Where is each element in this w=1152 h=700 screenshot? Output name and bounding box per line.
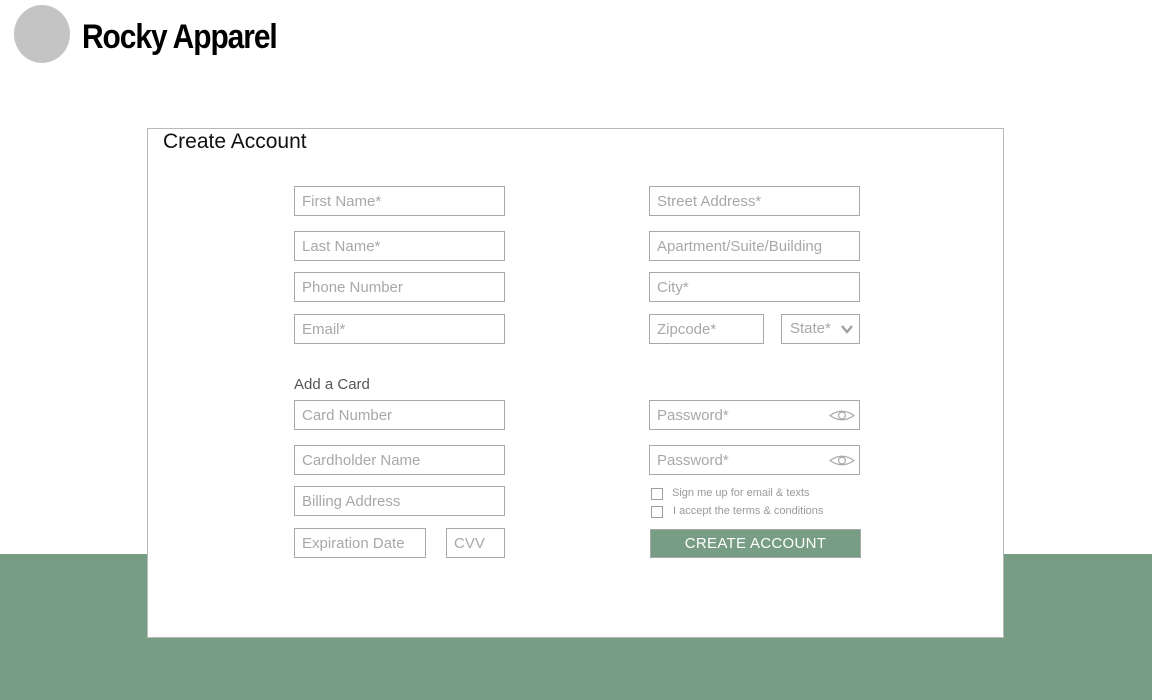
- city-input[interactable]: [650, 273, 859, 301]
- logo: [14, 5, 70, 63]
- eye-icon[interactable]: [829, 454, 855, 467]
- zipcode-field[interactable]: [649, 314, 764, 344]
- street-address-field[interactable]: [649, 186, 860, 216]
- signup-checkbox[interactable]: [651, 488, 663, 500]
- billing-address-input[interactable]: [295, 487, 504, 515]
- cvv-field[interactable]: [446, 528, 505, 558]
- phone-input[interactable]: [295, 273, 504, 301]
- create-account-card: Create Account Add a Card State*: [147, 128, 1004, 638]
- apartment-input[interactable]: [650, 232, 859, 260]
- expiration-date-field[interactable]: [294, 528, 426, 558]
- confirm-password-field[interactable]: [649, 445, 860, 475]
- confirm-password-input[interactable]: [650, 446, 859, 474]
- street-address-input[interactable]: [650, 187, 859, 215]
- card-number-input[interactable]: [295, 401, 504, 429]
- last-name-field[interactable]: [294, 231, 505, 261]
- brand-name: Rocky Apparel: [82, 18, 278, 56]
- terms-checkbox-label: I accept the terms & conditions: [673, 505, 824, 517]
- card-number-field[interactable]: [294, 400, 505, 430]
- terms-checkbox[interactable]: [651, 506, 663, 518]
- eye-icon[interactable]: [829, 409, 855, 422]
- password-field[interactable]: [649, 400, 860, 430]
- cvv-input[interactable]: [447, 529, 504, 557]
- email-input[interactable]: [295, 315, 504, 343]
- first-name-input[interactable]: [295, 187, 504, 215]
- create-account-button[interactable]: CREATE ACCOUNT: [650, 529, 861, 558]
- email-field[interactable]: [294, 314, 505, 344]
- state-select[interactable]: State*: [781, 314, 860, 344]
- first-name-field[interactable]: [294, 186, 505, 216]
- expiration-date-input[interactable]: [295, 529, 425, 557]
- city-field[interactable]: [649, 272, 860, 302]
- last-name-input[interactable]: [295, 232, 504, 260]
- apartment-field[interactable]: [649, 231, 860, 261]
- phone-field[interactable]: [294, 272, 505, 302]
- signup-checkbox-label: Sign me up for email & texts: [672, 487, 810, 499]
- state-select-value: State*: [790, 320, 831, 337]
- cardholder-name-field[interactable]: [294, 445, 505, 475]
- add-card-label: Add a Card: [294, 376, 370, 393]
- billing-address-field[interactable]: [294, 486, 505, 516]
- cardholder-name-input[interactable]: [295, 446, 504, 474]
- password-input[interactable]: [650, 401, 859, 429]
- chevron-down-icon: [841, 325, 853, 334]
- page-title: Create Account: [163, 130, 307, 153]
- zipcode-input[interactable]: [650, 315, 763, 343]
